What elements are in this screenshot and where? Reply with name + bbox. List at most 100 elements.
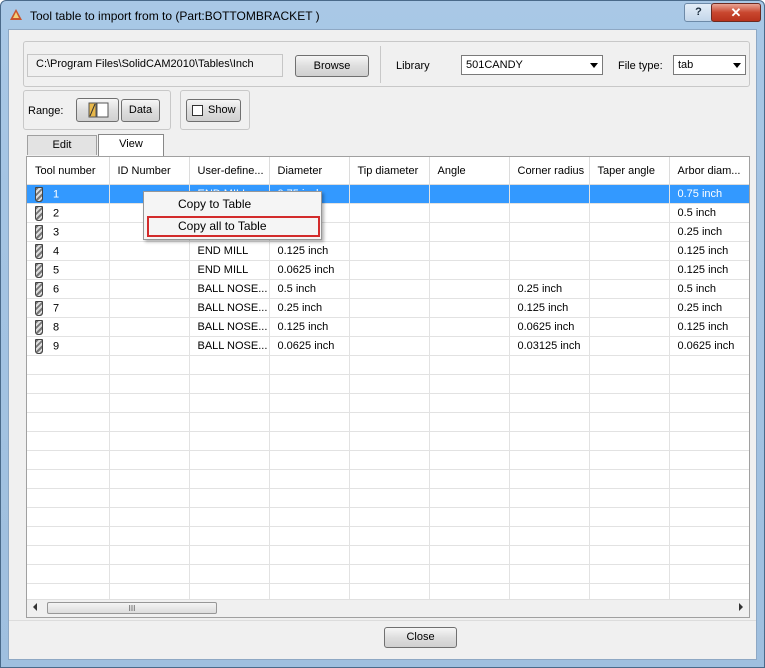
table-cell[interactable] xyxy=(429,564,510,584)
table-cell[interactable] xyxy=(509,564,590,584)
table-cell[interactable] xyxy=(189,412,270,432)
table-cell[interactable] xyxy=(589,526,670,546)
tool-table[interactable]: Tool number ID Number User-define... Diamet… xyxy=(26,156,750,618)
table-cell[interactable] xyxy=(429,184,510,204)
table-row[interactable]: 9 BALL NOSE... 0.0625 inch 0.03125 inch 0.06… xyxy=(27,336,749,356)
table-cell[interactable] xyxy=(589,260,670,280)
table-cell[interactable] xyxy=(189,374,270,394)
table-cell[interactable]: 0.5 inch xyxy=(669,203,749,223)
file-type-select[interactable]: tab xyxy=(673,55,746,75)
range-toggle-button[interactable] xyxy=(76,98,119,122)
table-cell[interactable]: BALL NOSE... xyxy=(189,336,270,356)
table-cell[interactable] xyxy=(109,279,190,299)
table-cell[interactable] xyxy=(349,184,430,204)
library-select[interactable]: 501CANDY xyxy=(461,55,603,75)
table-cell[interactable]: 8 xyxy=(27,317,110,337)
table-cell[interactable]: 7 xyxy=(27,298,110,318)
table-cell[interactable] xyxy=(429,488,510,508)
table-cell[interactable] xyxy=(349,374,430,394)
table-cell[interactable] xyxy=(429,450,510,470)
table-cell[interactable] xyxy=(429,317,510,337)
table-row[interactable]: 5 END MILL 0.0625 inch 0.125 inch xyxy=(27,260,749,280)
table-cell[interactable] xyxy=(509,393,590,413)
table-cell[interactable] xyxy=(669,507,749,527)
table-cell[interactable] xyxy=(349,469,430,489)
table-cell[interactable] xyxy=(109,393,190,413)
table-cell[interactable] xyxy=(269,526,350,546)
table-cell[interactable] xyxy=(269,545,350,565)
table-cell[interactable] xyxy=(27,526,110,546)
table-cell[interactable]: 3 xyxy=(27,222,110,242)
table-row[interactable] xyxy=(27,545,749,565)
table-cell[interactable] xyxy=(509,450,590,470)
table-cell[interactable]: 0.0625 inch xyxy=(269,336,350,356)
column-header[interactable]: Arbor diam... xyxy=(669,157,749,185)
table-cell[interactable] xyxy=(27,374,110,394)
table-cell[interactable] xyxy=(349,412,430,432)
table-cell[interactable] xyxy=(509,507,590,527)
table-cell[interactable]: BALL NOSE... xyxy=(189,279,270,299)
table-cell[interactable] xyxy=(669,488,749,508)
column-header[interactable]: User-define... xyxy=(189,157,270,185)
browse-button[interactable]: Browse xyxy=(295,55,369,77)
table-cell[interactable] xyxy=(589,564,670,584)
column-header[interactable]: Taper angle xyxy=(589,157,670,185)
table-cell[interactable] xyxy=(669,393,749,413)
table-cell[interactable] xyxy=(27,488,110,508)
table-cell[interactable] xyxy=(189,431,270,451)
table-path-field[interactable]: C:\Program Files\SolidCAM2010\Tables\Inc… xyxy=(27,54,283,77)
table-cell[interactable] xyxy=(349,279,430,299)
table-cell[interactable] xyxy=(429,431,510,451)
table-cell[interactable] xyxy=(509,184,590,204)
table-cell[interactable] xyxy=(509,241,590,261)
table-row[interactable] xyxy=(27,355,749,375)
table-cell[interactable] xyxy=(349,298,430,318)
table-cell[interactable] xyxy=(109,469,190,489)
table-cell[interactable] xyxy=(509,374,590,394)
table-cell[interactable] xyxy=(269,393,350,413)
table-cell[interactable] xyxy=(109,241,190,261)
table-row[interactable]: 6 BALL NOSE... 0.5 inch 0.25 inch 0.5 inch xyxy=(27,279,749,299)
table-cell[interactable] xyxy=(109,526,190,546)
table-cell[interactable] xyxy=(509,412,590,432)
table-row[interactable]: 7 BALL NOSE... 0.25 inch 0.125 inch 0.25 inc… xyxy=(27,298,749,318)
table-cell[interactable] xyxy=(429,355,510,375)
table-cell[interactable] xyxy=(109,545,190,565)
table-cell[interactable] xyxy=(189,355,270,375)
table-cell[interactable] xyxy=(349,545,430,565)
table-cell[interactable] xyxy=(189,469,270,489)
table-cell[interactable]: 0.125 inch xyxy=(669,260,749,280)
table-cell[interactable]: 0.75 inch xyxy=(669,184,749,204)
table-cell[interactable] xyxy=(189,507,270,527)
table-cell[interactable]: 2 xyxy=(27,203,110,223)
table-cell[interactable] xyxy=(349,564,430,584)
scroll-right-icon[interactable] xyxy=(739,603,743,611)
table-cell[interactable]: 0.125 inch xyxy=(669,241,749,261)
table-cell[interactable] xyxy=(349,393,430,413)
table-cell[interactable] xyxy=(109,488,190,508)
table-cell[interactable] xyxy=(269,355,350,375)
table-cell[interactable] xyxy=(669,412,749,432)
table-cell[interactable]: 0.5 inch xyxy=(669,279,749,299)
table-cell[interactable] xyxy=(509,203,590,223)
table-cell[interactable]: END MILL xyxy=(189,241,270,261)
table-cell[interactable] xyxy=(669,431,749,451)
table-cell[interactable] xyxy=(269,374,350,394)
table-cell[interactable] xyxy=(109,298,190,318)
table-cell[interactable] xyxy=(109,260,190,280)
copy-all-to-table-menu-item[interactable]: Copy all to Table xyxy=(147,216,320,237)
table-cell[interactable] xyxy=(429,336,510,356)
table-cell[interactable]: 0.25 inch xyxy=(669,298,749,318)
table-cell[interactable] xyxy=(429,222,510,242)
table-row[interactable] xyxy=(27,431,749,451)
close-button[interactable]: Close xyxy=(384,627,457,648)
column-header[interactable]: Tool number xyxy=(27,157,110,185)
table-cell[interactable] xyxy=(669,564,749,584)
help-button[interactable]: ? xyxy=(684,3,713,22)
table-cell[interactable] xyxy=(589,355,670,375)
table-cell[interactable] xyxy=(429,393,510,413)
table-cell[interactable] xyxy=(509,545,590,565)
table-cell[interactable] xyxy=(589,507,670,527)
copy-to-table-menu-item[interactable]: Copy to Table xyxy=(147,194,320,215)
table-cell[interactable]: 1 xyxy=(27,184,110,204)
